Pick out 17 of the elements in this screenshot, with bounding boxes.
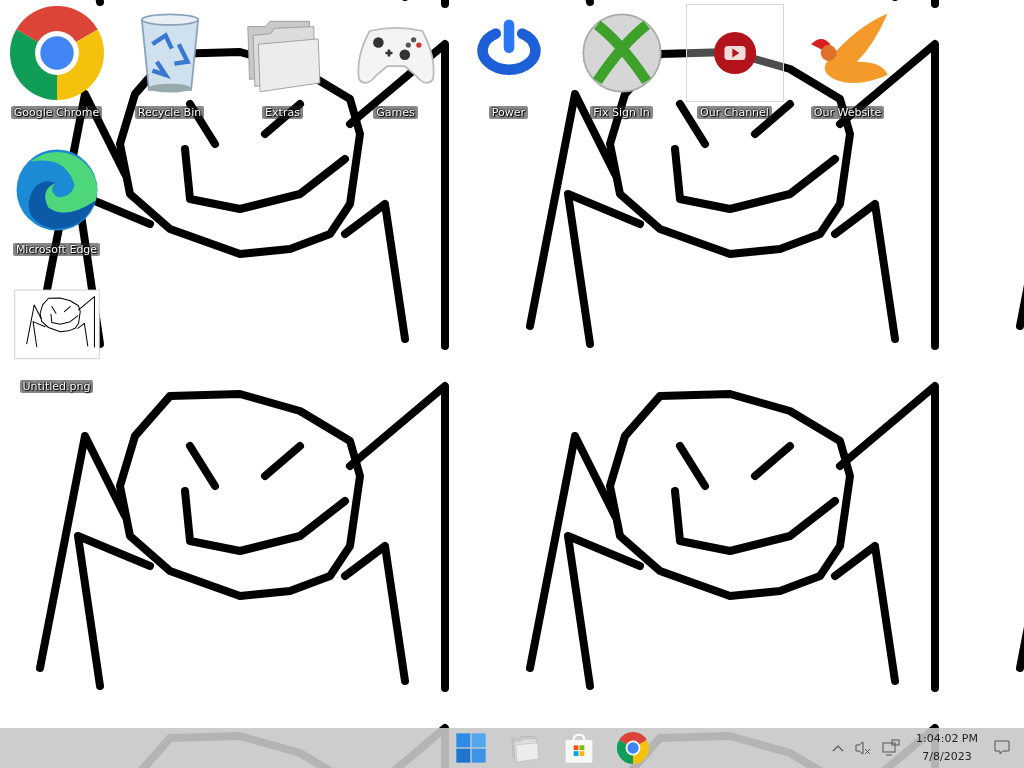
clock-time: 1:04:02 PM [915,731,978,747]
desktop-shortcut[interactable]: Power [452,4,565,119]
speaker-muted-icon[interactable] [853,740,872,756]
chrome-icon [9,6,104,100]
desktop-shortcut[interactable]: Games [339,4,452,119]
chevron-up-icon[interactable] [831,744,844,752]
network-icon[interactable] [881,739,900,757]
chrome-icon [617,732,649,764]
desktop-shortcut[interactable]: Recycle Bin [113,4,226,119]
desktop-shortcut[interactable]: Untitled.png [0,278,113,393]
start-icon [455,732,487,764]
start-button[interactable] [453,730,489,766]
store-bag-icon [563,732,595,764]
clock-date: 7/8/2023 [922,749,972,765]
chrome-button[interactable] [615,730,651,766]
notification-icon[interactable] [994,740,1010,756]
clock[interactable]: 1:04:02 PM 7/8/2023 [909,730,984,766]
